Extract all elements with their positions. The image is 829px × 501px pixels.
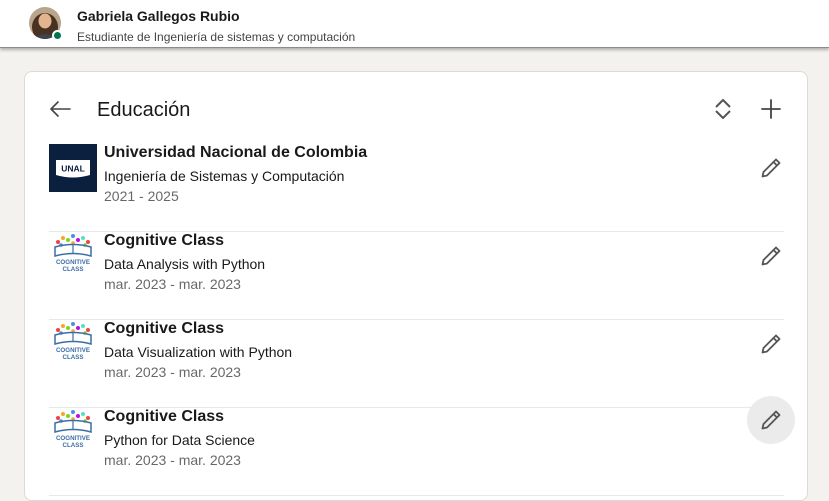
degree-name: Python for Data Science <box>104 432 255 448</box>
education-entry: COGNITIVE CLASS Cognitive Class Data Ana… <box>49 232 784 320</box>
degree-name: Ingeniería de Sistemas y Computación <box>104 168 345 184</box>
reorder-button[interactable] <box>707 93 739 125</box>
svg-text:CLASS: CLASS <box>63 266 84 273</box>
svg-text:COGNITIVE: COGNITIVE <box>56 435 90 442</box>
reorder-icon <box>715 99 731 119</box>
profile-name[interactable]: Gabriela Gallegos Rubio <box>77 8 240 24</box>
svg-text:COGNITIVE: COGNITIVE <box>56 259 90 266</box>
edit-button[interactable] <box>747 296 795 354</box>
degree-name: Data Analysis with Python <box>104 256 266 272</box>
education-dates: mar. 2023 - mar. 2023 <box>104 364 241 380</box>
svg-text:CLASS: CLASS <box>63 442 84 449</box>
plus-icon <box>761 99 781 119</box>
edit-button[interactable] <box>747 208 795 266</box>
school-name[interactable]: Cognitive Class <box>104 408 224 426</box>
degree-name: Data Visualization with Python <box>104 344 293 360</box>
education-dates: 2021 - 2025 <box>104 188 179 204</box>
education-entry: COGNITIVE CLASS Cognitive Class Data Vis… <box>49 320 784 408</box>
arrow-left-icon <box>50 101 71 117</box>
edit-button[interactable] <box>747 120 795 178</box>
profile-headline: Estudiante de Ingeniería de sistemas y c… <box>77 30 356 44</box>
back-button[interactable] <box>44 93 76 125</box>
school-name[interactable]: Cognitive Class <box>104 320 224 338</box>
edit-button[interactable] <box>747 396 795 444</box>
svg-text:COGNITIVE: COGNITIVE <box>56 347 90 354</box>
school-name[interactable]: Universidad Nacional de Colombia <box>104 144 367 162</box>
svg-text:CLASS: CLASS <box>63 354 84 361</box>
online-status-dot <box>52 30 63 41</box>
education-dates: mar. 2023 - mar. 2023 <box>104 452 241 468</box>
school-name[interactable]: Cognitive Class <box>104 232 224 250</box>
education-entry: UNAL Universidad Nacional de Colombia In… <box>49 144 784 232</box>
cognitive-class-logo[interactable]: COGNITIVE CLASS <box>49 408 97 456</box>
section-title: Educación <box>97 99 191 121</box>
education-entry: COGNITIVE CLASS Cognitive Class Python f… <box>49 396 795 496</box>
pencil-icon <box>761 334 781 354</box>
cognitive-class-logo[interactable]: COGNITIVE CLASS <box>49 232 97 280</box>
pencil-icon <box>761 410 781 430</box>
profile-header: Gabriela Gallegos Rubio Estudiante de In… <box>0 0 829 48</box>
unal-logo[interactable]: UNAL <box>49 144 97 192</box>
cognitive-class-logo[interactable]: COGNITIVE CLASS <box>49 320 97 368</box>
pencil-icon <box>761 246 781 266</box>
pencil-icon <box>761 158 781 178</box>
svg-text:UNAL: UNAL <box>61 164 85 174</box>
education-dates: mar. 2023 - mar. 2023 <box>104 276 241 292</box>
